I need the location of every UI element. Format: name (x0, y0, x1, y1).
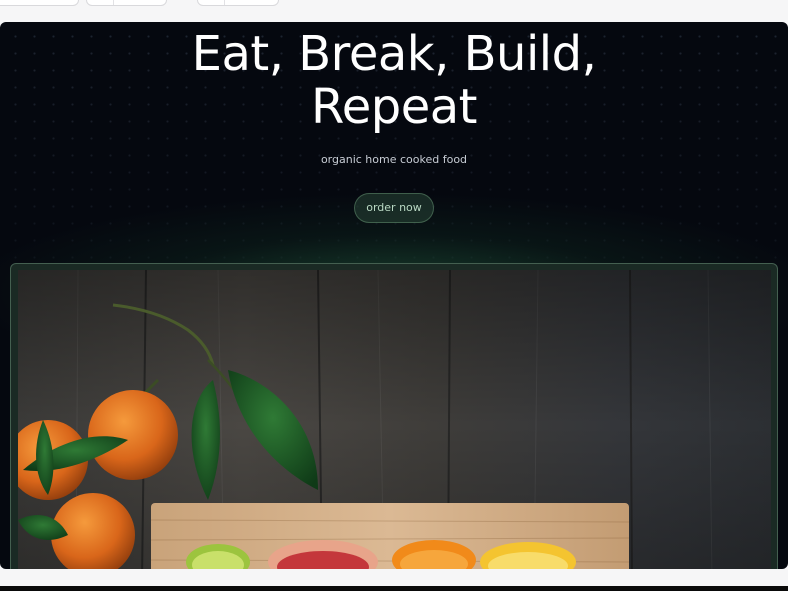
hero-image-card (10, 263, 778, 569)
toolbar-chip[interactable] (86, 0, 167, 6)
hero-subtitle: organic home cooked food (320, 153, 468, 166)
browser-bottom-strip (0, 569, 788, 586)
hero-title-line-1: Eat, Break, Build, (191, 26, 597, 82)
bottom-bar (0, 586, 788, 591)
toolbar-chip[interactable] (197, 0, 279, 6)
citrus-photo-illustration (18, 270, 771, 569)
toolbar-chip[interactable] (0, 0, 79, 6)
hero-title-line-2: Repeat (311, 79, 477, 135)
browser-top-strip (0, 0, 788, 22)
chip-divider (224, 0, 225, 5)
hero-section: Eat, Break, Build, Repeat organic home c… (0, 22, 788, 569)
citrus-photo (18, 270, 771, 569)
chip-divider (113, 0, 114, 5)
order-now-button[interactable]: order now (354, 193, 434, 223)
hero-title: Eat, Break, Build, Repeat (0, 28, 788, 134)
